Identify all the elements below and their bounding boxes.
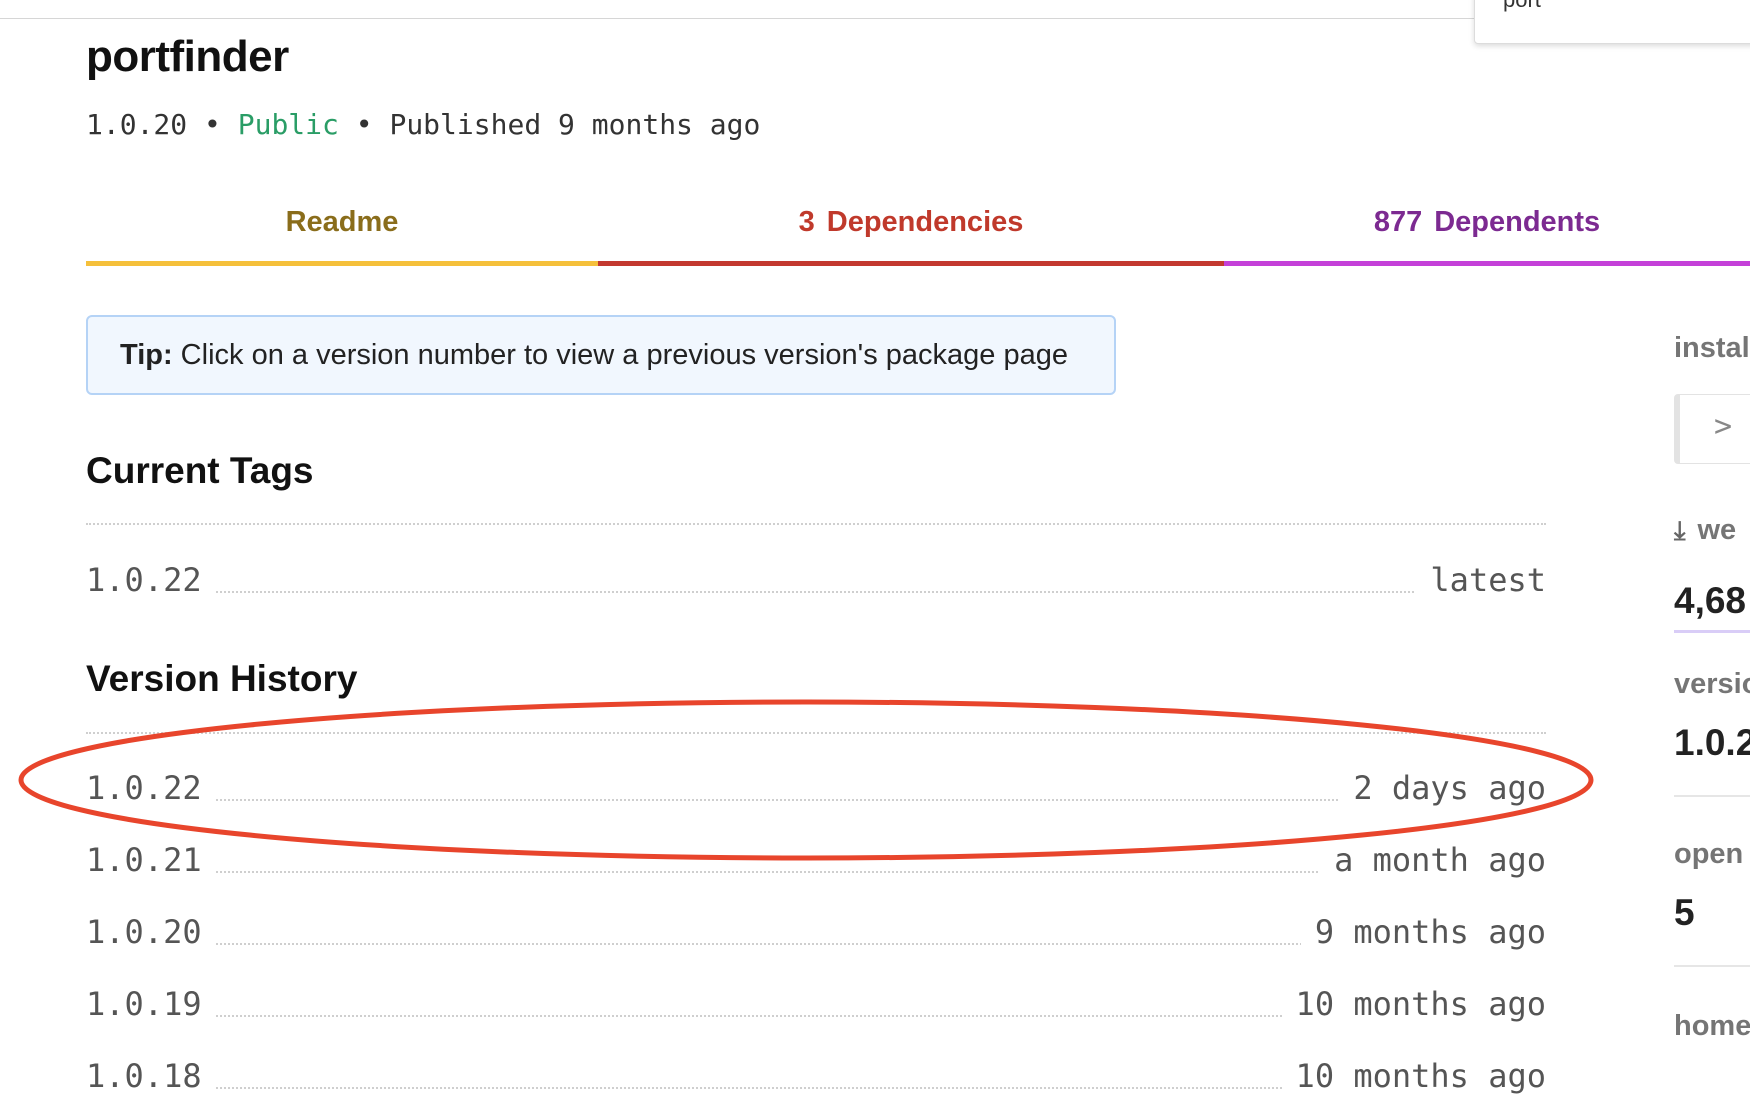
version-date: 10 months ago: [1281, 985, 1546, 1023]
download-icon: ⤓: [1674, 515, 1686, 545]
open-issues-label: open: [1674, 838, 1744, 870]
version-link[interactable]: 1.0.20: [86, 913, 216, 951]
version-row: 1.0.21 a month ago: [86, 841, 1546, 891]
visibility-badge: Public: [237, 108, 339, 141]
tab-label: Dependencies: [826, 206, 1024, 238]
install-command-box[interactable]: >: [1674, 394, 1750, 464]
tab-count: 3: [798, 206, 815, 238]
tab-dependents[interactable]: 877 Dependents: [1224, 200, 1750, 266]
tab-underline: [598, 261, 1224, 266]
prompt-icon: >: [1714, 409, 1733, 444]
install-label: instal: [1674, 332, 1750, 364]
version-row: 1.0.18 10 months ago: [86, 1057, 1546, 1107]
tip-banner: Tip: Click on a version number to view a…: [86, 315, 1116, 395]
package-title: portfinder: [86, 32, 289, 81]
sidebar-divider: [1674, 795, 1750, 797]
tip-text: Click on a version number to view a prev…: [172, 339, 1068, 371]
meta-separator: •: [204, 108, 221, 141]
suggestion-text[interactable]: port: [1503, 0, 1541, 13]
version-date: a month ago: [1320, 841, 1546, 879]
section-divider: [86, 732, 1546, 734]
homepage-label: home: [1674, 1010, 1750, 1042]
tab-underline: [86, 261, 598, 266]
meta-separator: •: [355, 108, 373, 141]
tab-underline: [1224, 261, 1750, 266]
package-sidebar: instal > ⤓ we 4,68 versio 1.0.2 open 5 ho…: [1674, 320, 1750, 1080]
version-link[interactable]: 1.0.22: [86, 769, 216, 807]
tab-count: 877: [1373, 206, 1423, 238]
version-link[interactable]: 1.0.18: [86, 1057, 216, 1095]
tag-row: 1.0.22 latest: [86, 561, 1546, 611]
version-link[interactable]: 1.0.21: [86, 841, 216, 879]
open-issues-value: 5: [1674, 892, 1695, 933]
version-row: 1.0.22 2 days ago: [86, 769, 1546, 819]
version-history-heading: Version History: [86, 658, 358, 699]
dotted-leader: [216, 591, 1546, 593]
search-suggestions-popup[interactable]: port: [1474, 0, 1750, 44]
tab-label: Dependents: [1434, 206, 1601, 238]
package-meta: 1.0.20 • Public • Published 9 months ago: [86, 108, 760, 141]
annotation-ellipse: [18, 699, 1594, 861]
tab-label: Readme: [285, 206, 399, 238]
weekly-downloads-text: we: [1697, 514, 1737, 546]
tab-dependencies[interactable]: 3 Dependencies: [598, 200, 1224, 266]
tab-readme[interactable]: Readme: [86, 200, 598, 266]
current-tags-heading: Current Tags: [86, 450, 314, 491]
published-date: Published 9 months ago: [389, 108, 761, 141]
tip-bold-label: Tip:: [120, 339, 173, 371]
version-link[interactable]: 1.0.19: [86, 985, 216, 1023]
version-row: 1.0.19 10 months ago: [86, 985, 1546, 1035]
tag-name: latest: [1416, 561, 1546, 599]
weekly-downloads-label: ⤓ we: [1674, 514, 1736, 547]
version-date: 9 months ago: [1300, 913, 1546, 951]
package-version: 1.0.20: [86, 108, 188, 141]
weekly-downloads-value: 4,68: [1674, 580, 1747, 621]
section-divider: [86, 523, 1546, 525]
version-value: 1.0.2: [1674, 722, 1750, 763]
version-label: versio: [1674, 668, 1750, 700]
version-row: 1.0.20 9 months ago: [86, 913, 1546, 963]
version-date: 10 months ago: [1281, 1057, 1546, 1095]
package-tabs: Readme 3 Dependencies 877 Dependents: [86, 200, 1750, 266]
version-date: 2 days ago: [1339, 769, 1546, 807]
sidebar-divider: [1674, 965, 1750, 967]
tag-version-link[interactable]: 1.0.22: [86, 561, 216, 599]
downloads-sparkline-line: [1674, 630, 1750, 633]
